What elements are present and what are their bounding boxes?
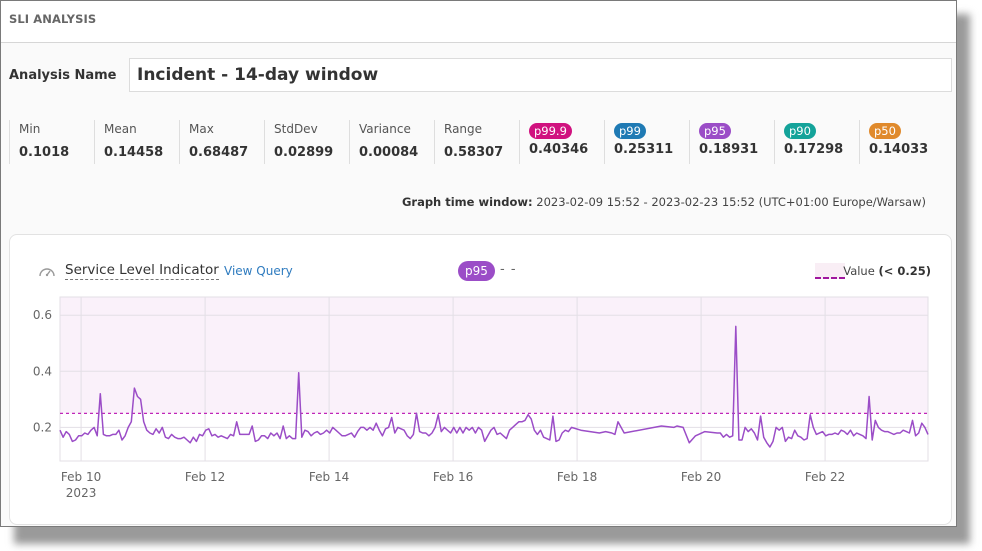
y-tick-label: 0.6 [33, 308, 52, 322]
x-tick-label: Feb 12 [185, 470, 225, 484]
x-tick-year-label: 2023 [66, 486, 97, 500]
y-tick-label: 0.4 [33, 364, 52, 378]
x-tick-label: Feb 16 [433, 470, 473, 484]
threshold-band [60, 297, 928, 414]
x-tick-label: Feb 20 [681, 470, 721, 484]
x-tick-label: Feb 22 [805, 470, 845, 484]
sli-line-chart: 0.2 0.4 0.6 Feb 10 Feb 12 Feb 14 Feb 16 Feb 18 F… [33, 296, 929, 500]
y-tick-label: 0.2 [33, 420, 52, 434]
x-tick-label: Feb 10 [61, 470, 101, 484]
x-tick-label: Feb 14 [309, 470, 349, 484]
x-tick-label: Feb 18 [557, 470, 597, 484]
